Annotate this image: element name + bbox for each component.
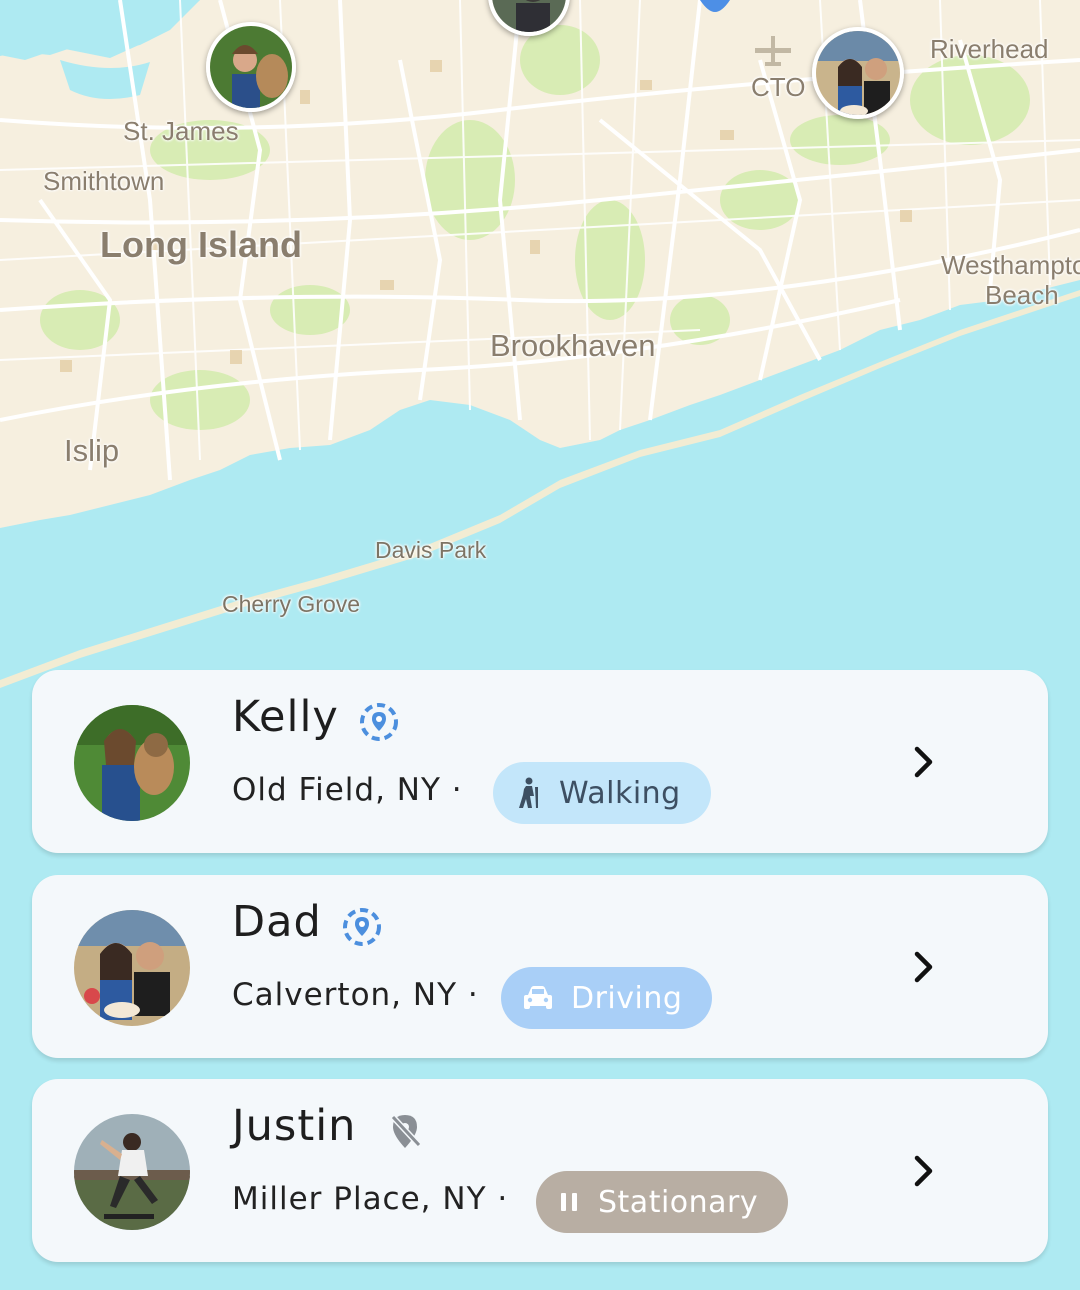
map-label-beach: Beach [985, 280, 1059, 310]
status-chip-driving: Driving [501, 967, 713, 1029]
avatar [74, 1114, 190, 1230]
status-chip-walking: Walking [493, 762, 711, 824]
car-icon [524, 986, 552, 1009]
status-label: Stationary [598, 1184, 759, 1220]
map-label-brookhaven: Brookhaven [490, 328, 656, 363]
chevron-right-icon[interactable] [908, 947, 938, 987]
chevron-right-icon[interactable] [908, 1151, 938, 1191]
map-label-cto: CTO [751, 72, 806, 102]
member-location: Old Field, NY · [232, 772, 463, 808]
status-label: Walking [559, 775, 681, 811]
member-name: Dad [232, 897, 322, 947]
member-card-kelly[interactable]: Kelly Old Field, NY · Walking [32, 670, 1048, 853]
map-label-smithtown: Smithtown [43, 166, 165, 196]
member-card-justin[interactable]: Justin Miller Place, NY · Stationary [32, 1079, 1048, 1262]
status-chip-stationary: Stationary [536, 1171, 789, 1233]
walking-icon [519, 777, 538, 808]
avatar [74, 910, 190, 1026]
location-tracking-icon [359, 702, 399, 742]
map-view[interactable]: St. James Smithtown Long Island Brookhav… [0, 0, 1080, 700]
pause-icon [561, 1193, 577, 1211]
location-off-icon [385, 1111, 425, 1151]
avatar [74, 705, 190, 821]
map-label-long-island: Long Island [100, 224, 302, 265]
member-location: Calverton, NY · [232, 977, 479, 1013]
map-pin-dad[interactable] [812, 27, 904, 119]
location-tracking-icon [342, 907, 382, 947]
map-label-westhampton: Westhampto [941, 250, 1080, 280]
member-name: Justin [232, 1101, 357, 1151]
chevron-right-icon[interactable] [908, 742, 938, 782]
member-name: Kelly [232, 692, 339, 742]
map-pin-kelly[interactable] [206, 22, 296, 112]
status-label: Driving [571, 980, 683, 1016]
member-card-dad[interactable]: Dad Calverton, NY · Driving [32, 875, 1048, 1058]
map-label-davis-park: Davis Park [375, 537, 487, 563]
map-label-cherry-grove: Cherry Grove [222, 591, 361, 617]
member-location: Miller Place, NY · [232, 1181, 509, 1217]
map-label-riverhead: Riverhead [930, 34, 1049, 64]
map-label-st-james: St. James [123, 116, 239, 146]
map-label-islip: Islip [64, 433, 120, 468]
